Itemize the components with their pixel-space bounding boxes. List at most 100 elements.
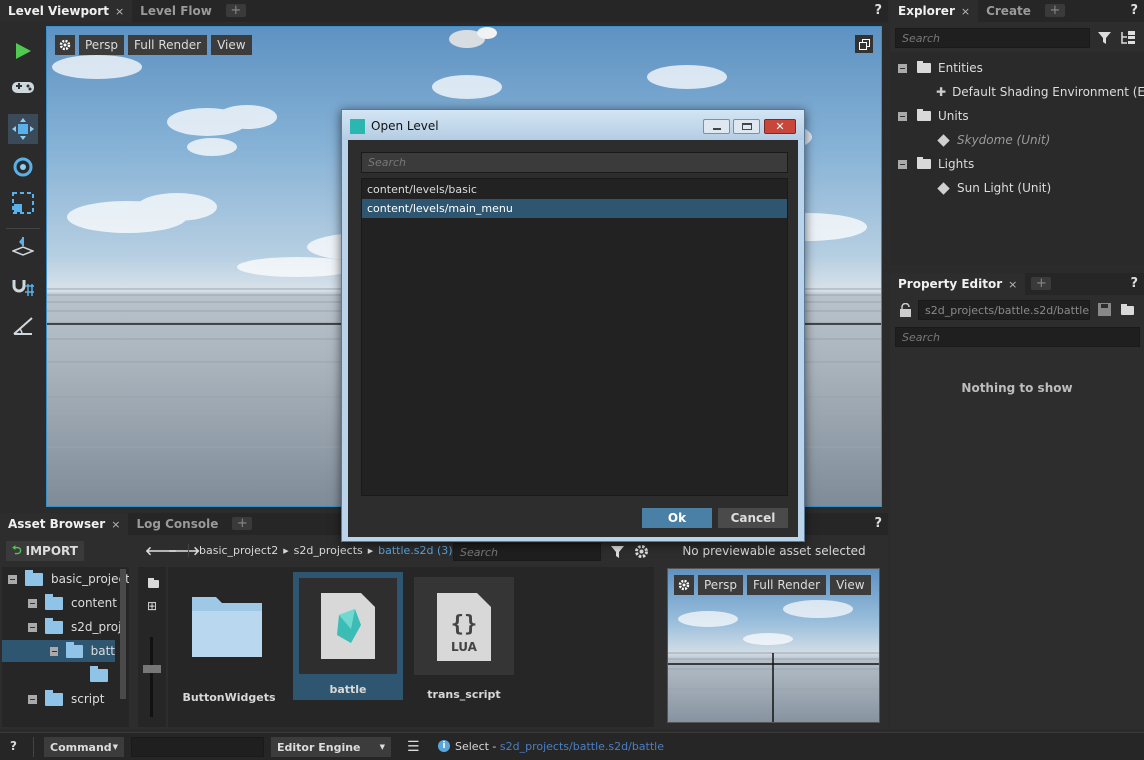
tab-level-flow[interactable]: Level Flow <box>132 0 220 22</box>
breadcrumb-item[interactable]: basic_project2 <box>199 544 278 557</box>
close-icon[interactable]: × <box>115 5 124 18</box>
dialog-body: Search content/levels/basic content/leve… <box>348 140 798 537</box>
collapse-icon[interactable] <box>28 622 37 632</box>
slider-handle[interactable] <box>143 665 161 673</box>
import-button[interactable]: ⮌ IMPORT <box>6 541 84 561</box>
breadcrumb-current[interactable]: battle.s2d (3) <box>378 544 452 557</box>
tab-create[interactable]: Create <box>978 0 1039 22</box>
close-icon[interactable]: × <box>961 5 970 18</box>
tree-folder-script[interactable]: script <box>28 688 104 710</box>
help-icon[interactable]: ? <box>10 739 17 753</box>
asset-item-folder[interactable]: ButtonWidgets <box>182 577 292 704</box>
move-tool-icon[interactable] <box>8 114 38 144</box>
folder-icon <box>45 593 63 610</box>
view-button[interactable]: View <box>211 35 252 55</box>
log-list-icon[interactable]: ☰ <box>407 739 420 755</box>
tree-folder-child[interactable] <box>90 664 108 686</box>
play-icon[interactable] <box>8 36 38 66</box>
preview-settings-button[interactable] <box>674 575 694 595</box>
expand-icon[interactable] <box>28 598 37 608</box>
tab-explorer[interactable]: Explorer × <box>890 0 979 22</box>
folder-view-icon[interactable] <box>148 577 159 591</box>
close-icon[interactable]: × <box>111 518 120 531</box>
tree-folder-battle[interactable]: batt <box>2 640 115 662</box>
preview-viewport[interactable]: Persp Full Render View <box>667 568 880 723</box>
add-tab-button[interactable]: + <box>225 4 246 17</box>
lock-icon[interactable] <box>900 302 911 320</box>
property-path-field[interactable]: s2d_projects/battle.s2d/battle <box>918 300 1090 320</box>
tree-item-shading-env[interactable]: ✚ Default Shading Environment (Entity) <box>936 81 1144 103</box>
persp-button[interactable]: Persp <box>79 35 124 55</box>
full-render-button[interactable]: Full Render <box>128 35 208 55</box>
collapse-icon[interactable] <box>28 694 37 704</box>
tree-item-skydome[interactable]: Skydome (Unit) <box>937 129 1050 151</box>
tree-group-units[interactable]: Units <box>898 105 969 127</box>
level-list-item[interactable]: content/levels/basic <box>362 180 787 199</box>
tree-group-lights[interactable]: Lights <box>898 153 974 175</box>
collapse-icon[interactable] <box>8 574 17 584</box>
asset-item-trans-script[interactable]: {} LUA trans_script <box>414 577 514 702</box>
close-icon[interactable]: × <box>1008 278 1017 291</box>
command-input[interactable] <box>131 737 264 757</box>
ok-button[interactable]: Ok <box>642 508 712 528</box>
preview-full-render-button[interactable]: Full Render <box>747 575 827 595</box>
gamepad-icon[interactable] <box>8 72 38 102</box>
collapse-icon[interactable] <box>898 111 907 121</box>
dialog-titlebar[interactable]: Open Level ✕ <box>342 110 804 140</box>
filter-icon[interactable] <box>1098 31 1112 48</box>
dialog-search-input[interactable]: Search <box>361 152 788 173</box>
gear-icon[interactable] <box>634 544 649 562</box>
scale-tool-icon[interactable] <box>8 188 38 218</box>
open-folder-icon[interactable] <box>1121 304 1134 318</box>
preview-persp-button[interactable]: Persp <box>698 575 743 595</box>
new-folder-icon[interactable]: ⊞ <box>147 599 157 613</box>
breadcrumb: basic_project2 ▶ s2d_projects ▶ battle.s2d… <box>188 544 453 557</box>
add-tab-button[interactable]: + <box>1044 4 1065 17</box>
hierarchy-icon[interactable] <box>1120 31 1136 48</box>
add-tab-button[interactable]: + <box>232 517 253 530</box>
collapse-icon[interactable] <box>898 63 907 73</box>
snap-grid-icon[interactable] <box>8 272 38 302</box>
save-icon[interactable] <box>1098 303 1111 319</box>
cancel-button[interactable]: Cancel <box>718 508 788 528</box>
command-dropdown[interactable]: Command ▼ <box>44 737 124 757</box>
tree-folder-basic-project[interactable]: basic_project <box>8 568 129 590</box>
asset-item-battle[interactable]: battle <box>293 572 403 700</box>
breadcrumb-item[interactable]: s2d_projects <box>294 544 363 557</box>
level-list-item-selected[interactable]: content/levels/main_menu <box>362 199 787 218</box>
explorer-search-input[interactable]: Search <box>895 28 1090 48</box>
preview-view-button[interactable]: View <box>830 575 871 595</box>
collapse-icon[interactable] <box>50 646 59 656</box>
tree-folder-s2d-projects[interactable]: s2d_proj <box>28 616 121 638</box>
asset-search-input[interactable]: Search <box>453 543 601 561</box>
rotate-tool-icon[interactable] <box>8 152 38 182</box>
viewport-settings-button[interactable] <box>55 35 75 55</box>
engine-dropdown[interactable]: Editor Engine ▼ <box>271 737 391 757</box>
help-icon[interactable]: ? <box>1130 276 1138 291</box>
help-icon[interactable]: ? <box>874 516 882 531</box>
filter-icon[interactable] <box>611 545 625 562</box>
tab-level-viewport[interactable]: Level Viewport × <box>0 0 133 22</box>
status-select-path[interactable]: s2d_projects/battle.s2d/battle <box>500 740 664 753</box>
maximize-icon[interactable] <box>855 35 873 53</box>
add-tab-button[interactable]: + <box>1031 277 1052 290</box>
view-options-column: ⊞ <box>138 567 166 727</box>
property-search-input[interactable]: Search <box>895 327 1140 347</box>
tab-asset-browser[interactable]: Asset Browser × <box>0 513 129 535</box>
close-button[interactable]: ✕ <box>764 119 796 134</box>
place-tool-icon[interactable] <box>8 232 38 262</box>
tab-log-console[interactable]: Log Console <box>128 513 226 535</box>
angle-snap-icon[interactable] <box>8 310 38 340</box>
maximize-button[interactable] <box>733 119 760 134</box>
help-icon[interactable]: ? <box>874 3 882 18</box>
tree-item-sun-light[interactable]: Sun Light (Unit) <box>937 177 1051 199</box>
tree-folder-content[interactable]: content <box>28 592 117 614</box>
tab-property-editor[interactable]: Property Editor × <box>890 273 1026 295</box>
tree-scrollbar[interactable] <box>120 569 126 699</box>
tree-group-entities[interactable]: Entities <box>898 57 983 79</box>
thumbnail-size-slider[interactable] <box>150 637 153 717</box>
dialog-title: Open Level <box>371 119 439 133</box>
collapse-icon[interactable] <box>898 159 907 169</box>
help-icon[interactable]: ? <box>1130 3 1138 18</box>
minimize-button[interactable] <box>703 119 730 134</box>
